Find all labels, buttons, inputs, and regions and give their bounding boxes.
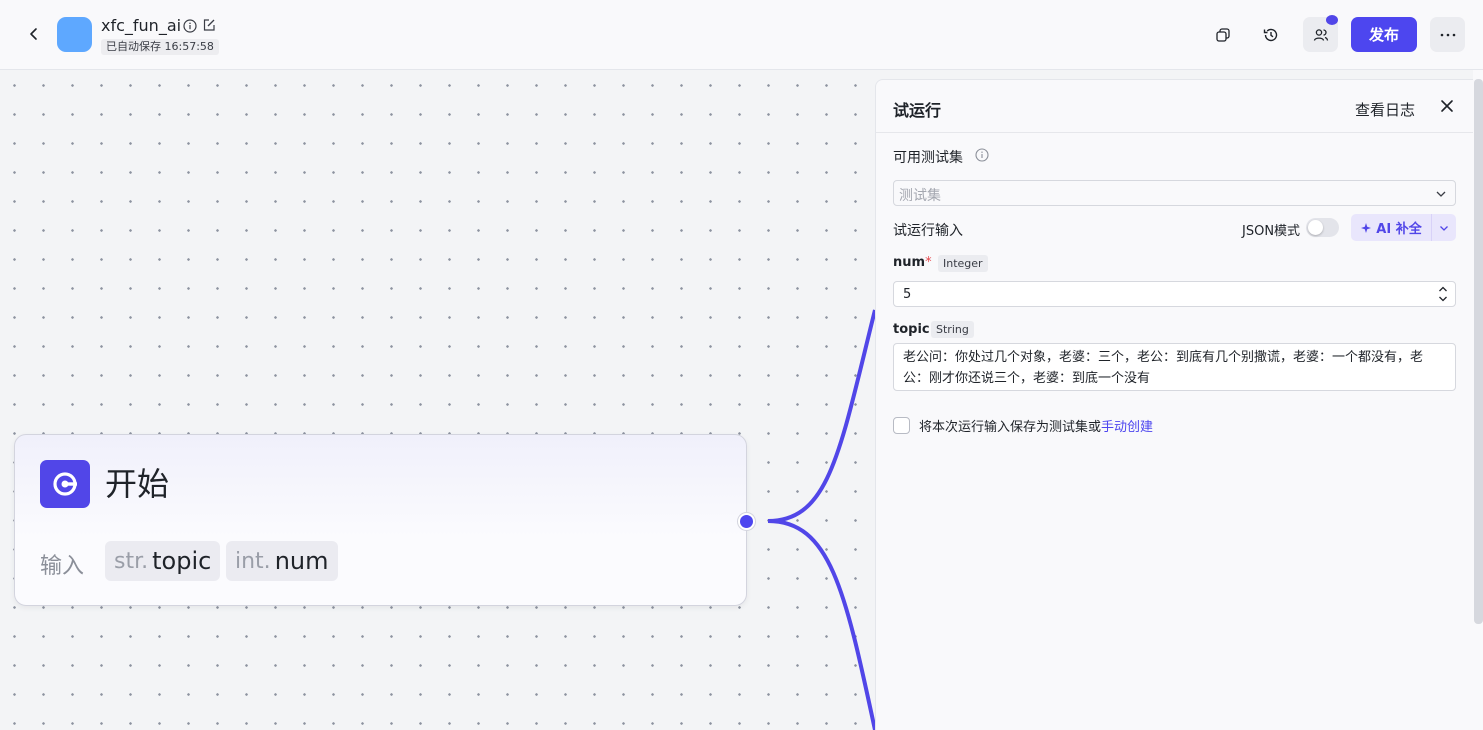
- copy-icon: [1215, 27, 1230, 42]
- publish-button[interactable]: 发布: [1351, 17, 1417, 52]
- input-label: 输入: [40, 554, 85, 579]
- chevron-down-icon: [1440, 225, 1448, 231]
- start-node-title: 开始: [105, 465, 170, 503]
- num-value: 5: [903, 287, 912, 302]
- edge-lower: [767, 519, 875, 730]
- save-testset-text: 将本次运行输入保存为测试集或: [919, 420, 1102, 435]
- num-field-label: num*: [893, 255, 932, 270]
- workflow-canvas[interactable]: 开始 输入 str. topic int. num: [0, 70, 875, 730]
- input-type: str.: [114, 548, 149, 574]
- input-type: int.: [235, 548, 271, 574]
- num-type-tag: Integer: [938, 255, 988, 272]
- back-icon[interactable]: [22, 22, 46, 46]
- toggle-knob: [1308, 220, 1323, 235]
- output-port[interactable]: [738, 513, 755, 530]
- panel-title: 试运行: [893, 101, 942, 120]
- input-name: topic: [152, 547, 212, 575]
- json-mode-toggle[interactable]: [1306, 218, 1339, 237]
- view-log-button[interactable]: 查看日志: [1355, 99, 1415, 120]
- testset-placeholder: 测试集: [899, 188, 941, 204]
- num-field-name: num: [893, 255, 926, 270]
- history-icon: [1263, 28, 1277, 41]
- topic-type-tag: String: [931, 321, 974, 338]
- edges-layer: [767, 309, 875, 730]
- json-mode-label: JSON模式: [1242, 224, 1301, 239]
- save-testset-row: 将本次运行输入保存为测试集或 手动创建: [893, 416, 1153, 435]
- diamond-badge-icon: [1326, 15, 1338, 25]
- panel-header: 试运行 查看日志: [876, 80, 1474, 133]
- manual-create-link[interactable]: 手动创建: [1101, 416, 1153, 435]
- app-title: xfc_fun_ai: [101, 16, 182, 35]
- top-header: xfc_fun_ai 已自动保存 16:57:58 发布: [0, 0, 1483, 70]
- required-mark: *: [925, 255, 932, 270]
- edge-upper: [767, 309, 875, 523]
- close-icon[interactable]: [1438, 97, 1456, 115]
- test-run-panel: 试运行 查看日志 可用测试集 测试集 试运行输入 JSON模式 AI 补全 nu…: [875, 79, 1474, 730]
- app-icon: [57, 17, 92, 52]
- topic-field-name: topic: [893, 322, 930, 337]
- input-chip-num: int. num: [226, 541, 338, 581]
- ai-complete-label: AI 补全: [1376, 222, 1422, 237]
- more-button[interactable]: [1430, 17, 1465, 52]
- users-icon: [1313, 28, 1328, 41]
- input-name: num: [274, 547, 329, 575]
- copy-button[interactable]: [1205, 17, 1240, 52]
- input-chip-topic: str. topic: [105, 541, 221, 581]
- more-icon: [1440, 33, 1455, 36]
- save-testset-checkbox[interactable]: [893, 417, 910, 434]
- run-input-label: 试运行输入: [893, 223, 963, 239]
- ai-complete-button[interactable]: AI 补全: [1351, 214, 1431, 241]
- info-icon[interactable]: [975, 148, 989, 162]
- start-node[interactable]: 开始 输入 str. topic int. num: [14, 434, 755, 606]
- sparkle-icon: [1361, 222, 1372, 233]
- num-input[interactable]: 5: [893, 281, 1456, 307]
- start-node-icon: [40, 460, 90, 508]
- scrollbar[interactable]: [1474, 79, 1483, 624]
- edit-icon[interactable]: [202, 18, 216, 32]
- testset-select[interactable]: 测试集: [893, 180, 1456, 206]
- ai-complete-dropdown[interactable]: [1431, 214, 1456, 241]
- info-icon[interactable]: [183, 19, 197, 33]
- chevron-down-icon: [1436, 191, 1446, 197]
- stepper-icon[interactable]: [1437, 284, 1449, 304]
- testset-label: 可用测试集: [893, 150, 963, 166]
- history-button[interactable]: [1253, 17, 1288, 52]
- topic-textarea[interactable]: 老公问：你处过几个对象，老婆：三个，老公：到底有几个别撒谎，老婆：一个都没有，老…: [893, 343, 1456, 391]
- autosave-badge: 已自动保存 16:57:58: [101, 39, 219, 55]
